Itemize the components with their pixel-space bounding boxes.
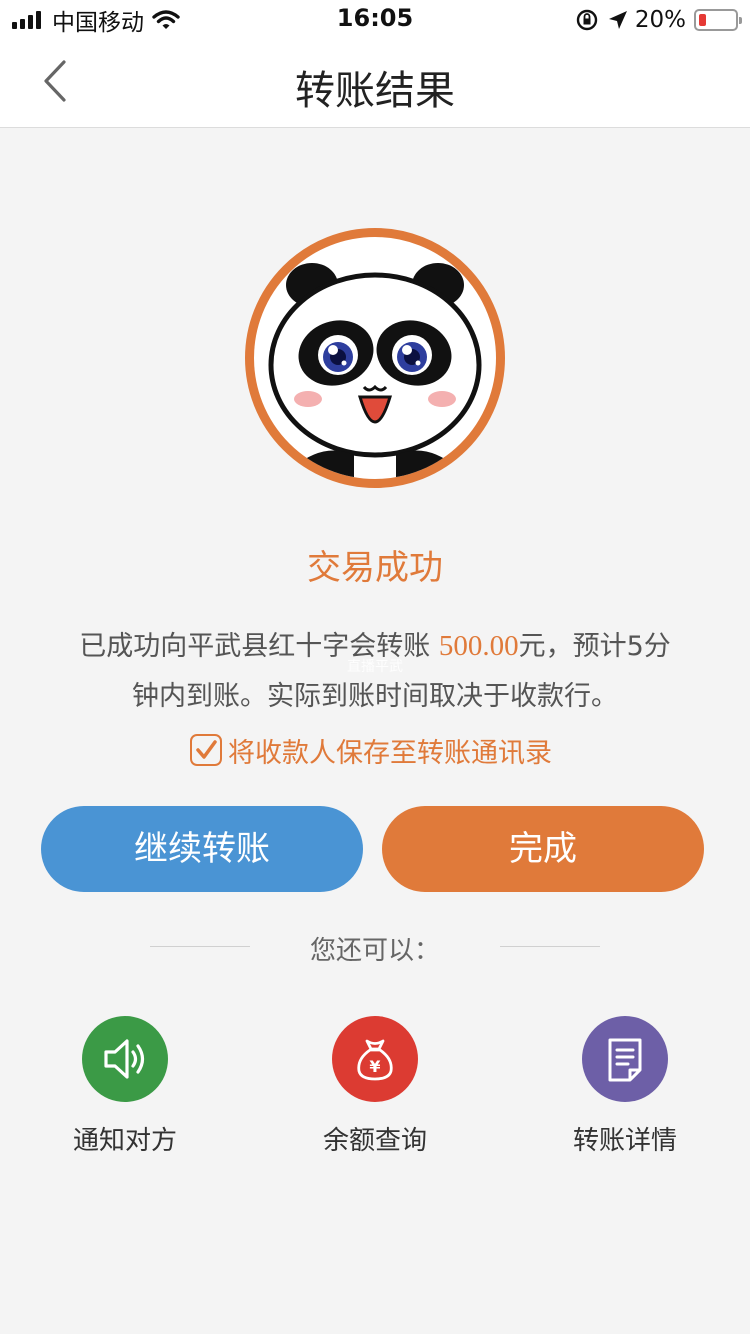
result-title: 交易成功 (307, 548, 443, 588)
detail-circle[interactable] (582, 1016, 668, 1102)
balance-label: 余额查询 (322, 1126, 427, 1156)
continue-transfer-button[interactable]: 继续转账 (41, 806, 363, 892)
document-icon (608, 1038, 642, 1082)
transfer-amount: 500.00 (438, 630, 519, 662)
watermark: 直播平武 (347, 659, 403, 675)
nav-bar: 转账结果 (0, 40, 750, 128)
done-button[interactable]: 完成 (382, 806, 704, 892)
transfer-detail-action[interactable]: 转账详情 (525, 1016, 725, 1156)
more-options-label: 您还可以： (309, 936, 440, 966)
notify-payee-action[interactable]: 通知对方 (25, 1016, 225, 1156)
battery-icon (694, 9, 742, 31)
detail-label: 转账详情 (572, 1126, 677, 1156)
more-options-divider: 您还可以： (0, 930, 750, 970)
money-bag-icon: ¥ (357, 1039, 393, 1081)
orientation-lock-icon (576, 9, 598, 31)
status-right: 20% (575, 6, 742, 34)
svg-text:¥: ¥ (369, 1057, 380, 1076)
status-bar: 中国移动 16:05 20% (0, 0, 750, 40)
message-suffix: 元，预计5分 (518, 631, 671, 662)
result-message-line2: 钟内到账。实际到账时间取决于收款行。 (132, 681, 618, 712)
panda-avatar-icon (268, 263, 482, 479)
balance-circle[interactable]: ¥ (332, 1016, 418, 1102)
page-title: 转账结果 (295, 68, 455, 114)
divider-line-right (500, 946, 600, 947)
save-contact-checkbox[interactable] (190, 734, 222, 766)
save-contact-toggle[interactable]: 将收款人保存至转账通讯录 (190, 730, 552, 770)
location-icon (608, 11, 627, 29)
payee-avatar (245, 228, 505, 488)
battery-percent: 20% (634, 7, 686, 33)
notify-label: 通知对方 (72, 1126, 177, 1156)
notify-circle[interactable] (82, 1016, 168, 1102)
battery-level (699, 14, 706, 26)
save-contact-label: 将收款人保存至转账通讯录 (228, 737, 552, 769)
speaker-icon (104, 1039, 145, 1079)
checkmark-icon (196, 740, 217, 759)
balance-query-action[interactable]: ¥ 余额查询 (275, 1016, 475, 1156)
